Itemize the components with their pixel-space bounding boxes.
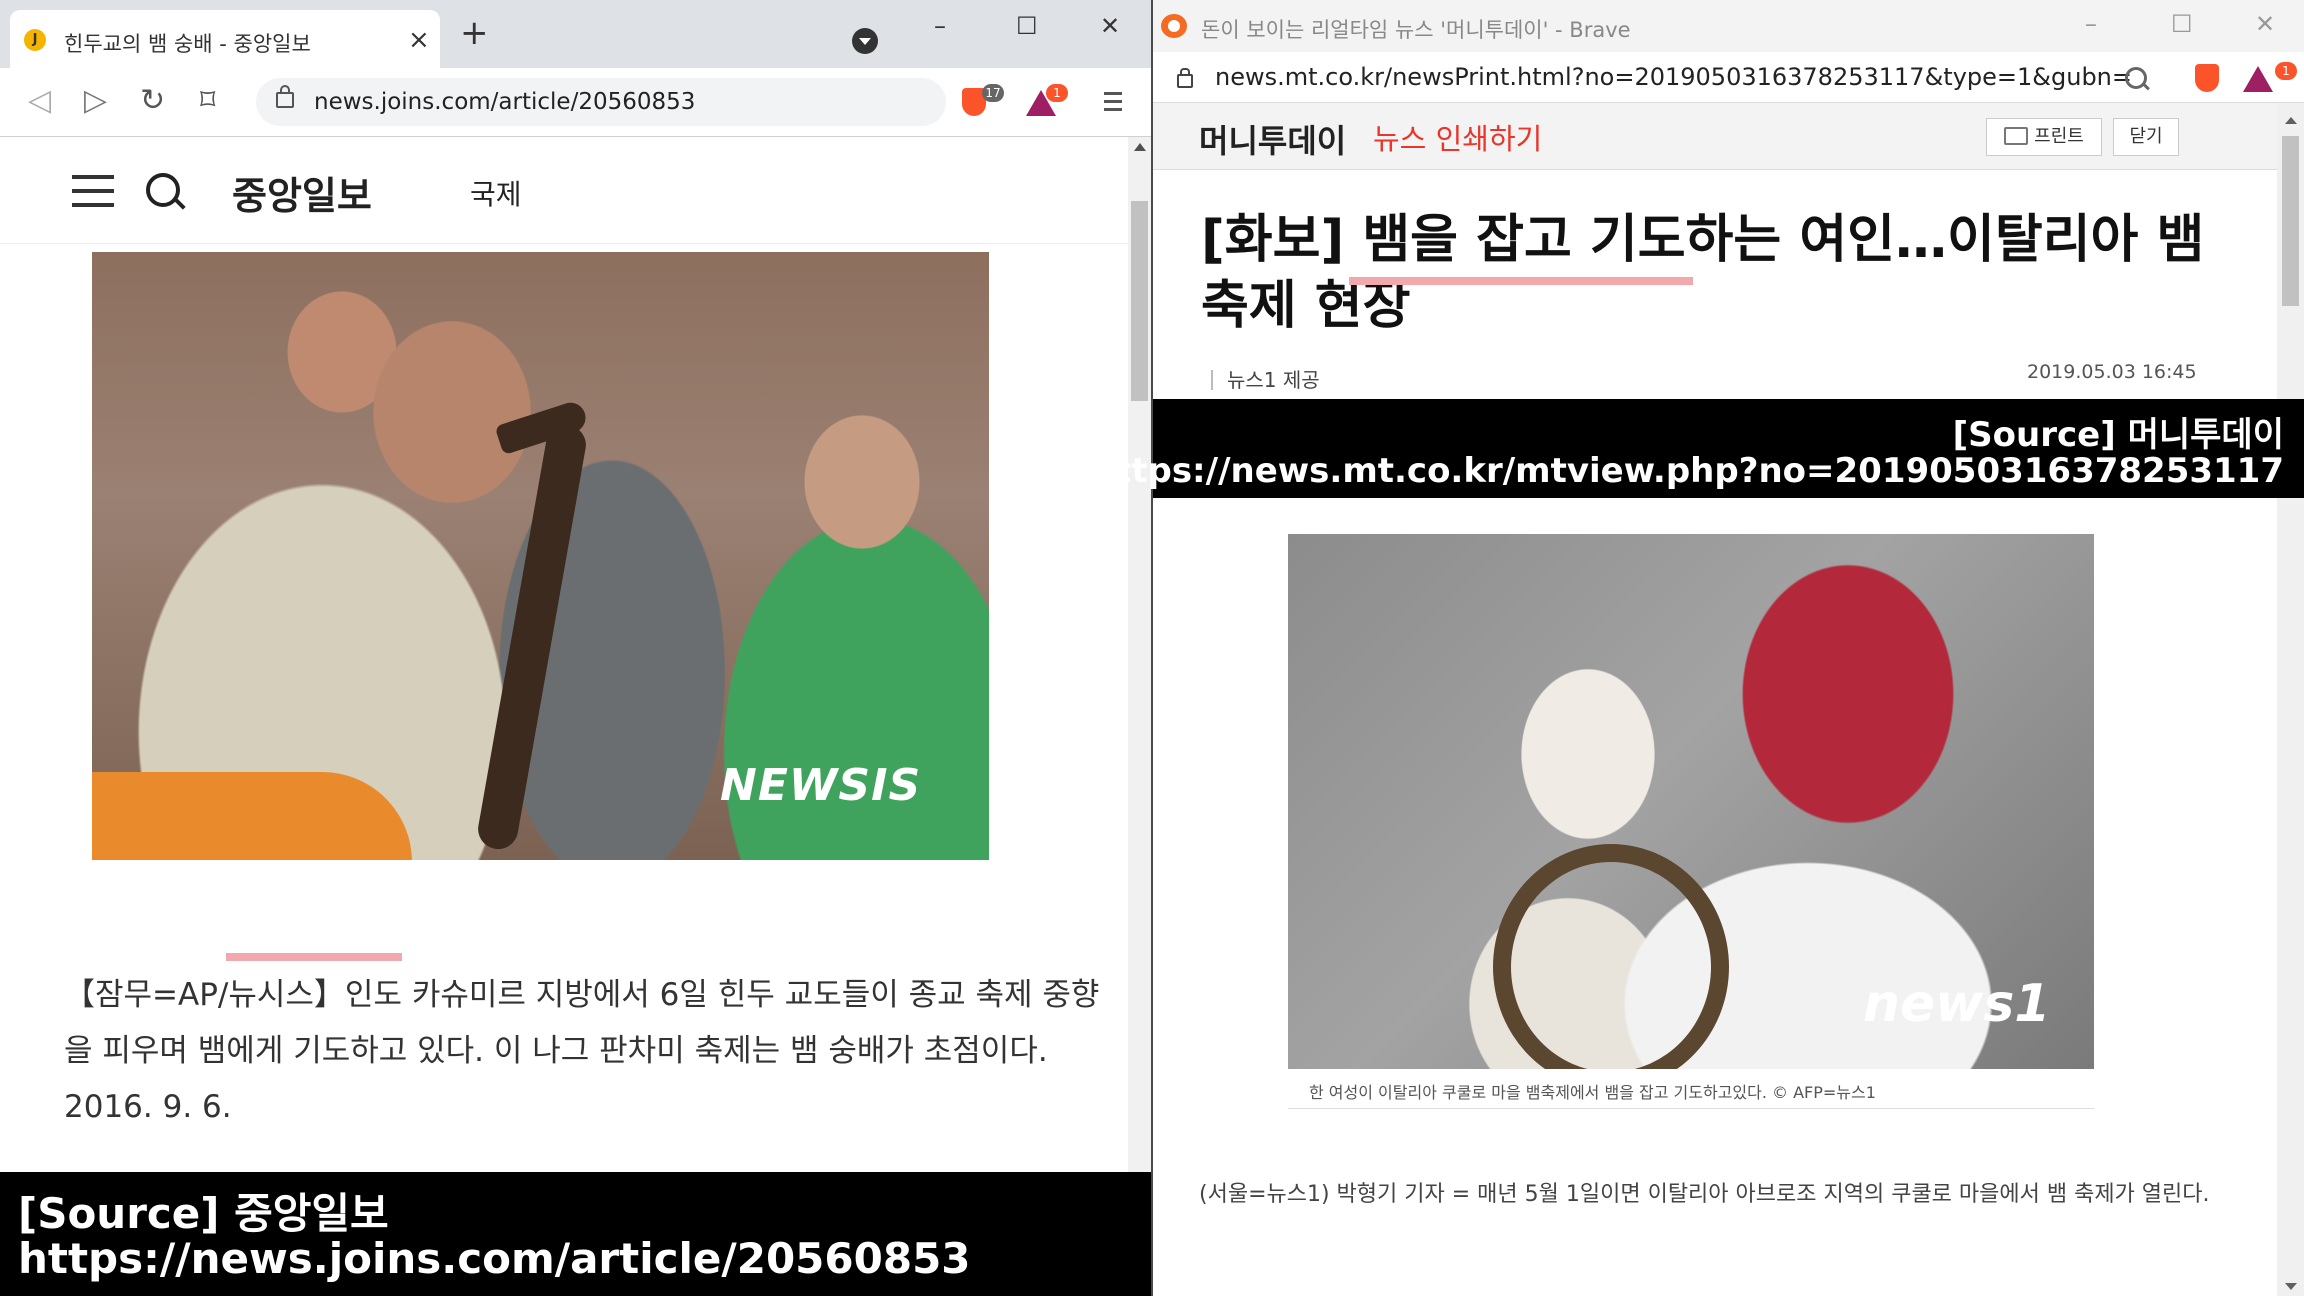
orange-cloth-shape	[92, 772, 412, 860]
print-button-label: 프린트	[2034, 126, 2084, 147]
scroll-up-icon[interactable]	[2285, 117, 2297, 124]
photo-watermark: news1	[1863, 974, 2051, 1034]
print-header: 머니투데이 뉴스 인쇄하기 프린트 닫기	[1153, 103, 2277, 170]
headline-highlight-underline	[1349, 277, 1693, 285]
close-window-icon[interactable]: ✕	[2255, 12, 2275, 36]
brave-rewards-icon[interactable]	[2243, 66, 2273, 92]
brave-shield-icon[interactable]	[2195, 64, 2219, 92]
source-label: [Source] 머니투데이	[1952, 415, 2284, 455]
joongang-favicon-icon: J	[24, 29, 46, 51]
snake-shape	[474, 421, 590, 853]
rewards-count-badge: 1	[2275, 62, 2297, 80]
window-title: 돈이 보이는 리얼타임 뉴스 '머니투데이' - Brave	[1201, 18, 1631, 42]
section-label[interactable]: 국제	[470, 173, 522, 213]
article-byline: 뉴스1 제공	[1211, 370, 1320, 390]
maximize-icon[interactable]: ☐	[1016, 14, 1038, 38]
left-source-caption: [Source] 중앙일보 https://news.joins.com/art…	[0, 1172, 1151, 1296]
moneytoday-favicon-icon	[1161, 14, 1187, 38]
snake-shape	[1493, 844, 1729, 1069]
text-highlight-underline	[226, 953, 402, 961]
left-page-content: 중앙일보 국제 NEWSIS 【잠무=AP/뉴시스】인도 카슈미르 지방에서 6…	[0, 137, 1128, 1296]
right-browser-window: 돈이 보이는 리얼타임 뉴스 '머니투데이' - Brave – ☐ ✕ new…	[1153, 0, 2304, 1296]
source-label: [Source] 중앙일보	[18, 1189, 389, 1238]
new-tab-button[interactable]: +	[460, 16, 489, 50]
tab-title: 힌두교의 뱀 숭배 - 중앙일보	[64, 32, 311, 56]
address-bar[interactable]: news.joins.com/article/20560853	[256, 78, 946, 126]
scrollbar-thumb[interactable]	[1131, 201, 1148, 401]
print-page-title: 뉴스 인쇄하기	[1373, 122, 1543, 156]
back-icon[interactable]: ◁	[28, 86, 51, 116]
tab-search-icon[interactable]	[852, 28, 878, 54]
scrollbar-thumb[interactable]	[2282, 136, 2299, 306]
close-button[interactable]: 닫기	[2113, 118, 2179, 156]
active-tab[interactable]: J 힌두교의 뱀 숭배 - 중앙일보 ×	[10, 10, 440, 68]
left-scrollbar[interactable]	[1128, 137, 1151, 1296]
right-address-bar[interactable]: news.mt.co.kr/newsPrint.html?no=20190503…	[1153, 52, 2304, 103]
article-body: (서울=뉴스1) 박형기 기자 = 매년 5월 1일이면 이탈리아 아브로조 지…	[1199, 1182, 2210, 1207]
right-title-bar: 돈이 보이는 리얼타임 뉴스 '머니투데이' - Brave – ☐ ✕	[1153, 0, 2304, 52]
scroll-up-icon[interactable]	[1134, 143, 1146, 151]
zoom-icon[interactable]	[2125, 67, 2147, 89]
search-icon[interactable]	[146, 173, 180, 207]
shield-count-badge: 17	[982, 84, 1004, 102]
article-headline: [화보] 뱀을 잡고 기도하는 여인…이탈리아 뱀축제 현장	[1201, 210, 2205, 336]
left-browser-window: J 힌두교의 뱀 숭배 - 중앙일보 × + – ☐ ✕ ◁ ▷ ↻ ⌑ new…	[0, 0, 1151, 1296]
lock-icon	[1177, 68, 1193, 88]
article-photo: NEWSIS	[92, 252, 989, 860]
source-url: https://news.mt.co.kr/mtview.php?no=2019…	[1090, 451, 2284, 491]
bookmark-icon[interactable]: ⌑	[200, 86, 215, 116]
source-url: https://news.joins.com/article/20560853	[18, 1234, 971, 1283]
article-text: 【잠무=AP/뉴시스】인도 카슈미르 지방에서 6일 힌두 교도들이 종교 축제…	[64, 977, 1100, 1125]
site-logo: 머니투데이	[1199, 122, 1347, 160]
minimize-icon[interactable]: –	[934, 14, 946, 38]
article-date: 2019.05.03 16:45	[2027, 361, 2197, 383]
printer-icon	[2004, 127, 2029, 145]
left-toolbar: ◁ ▷ ↻ ⌑ news.joins.com/article/20560853 …	[0, 68, 1151, 137]
site-header: 중앙일보 국제	[0, 137, 1128, 244]
maximize-icon[interactable]: ☐	[2171, 12, 2193, 36]
left-tab-strip: J 힌두교의 뱀 숭배 - 중앙일보 × + – ☐ ✕	[0, 0, 1151, 68]
rewards-count-badge: 1	[1046, 84, 1068, 102]
address-url[interactable]: news.mt.co.kr/newsPrint.html?no=20190503…	[1215, 63, 2132, 91]
article-photo: news1	[1288, 534, 2094, 1069]
address-url[interactable]: news.joins.com/article/20560853	[314, 89, 695, 115]
right-scrollbar[interactable]	[2277, 103, 2304, 1296]
photo-watermark: NEWSIS	[720, 760, 922, 811]
minimize-icon[interactable]: –	[2085, 12, 2097, 36]
close-window-icon[interactable]: ✕	[1100, 14, 1120, 38]
right-source-caption: [Source] 머니투데이 https://news.mt.co.kr/mtv…	[1091, 399, 2304, 498]
right-page-content: 머니투데이 뉴스 인쇄하기 프린트 닫기 [화보] 뱀을 잡고 기도하는 여인……	[1153, 103, 2277, 1296]
menu-icon[interactable]	[1104, 92, 1122, 116]
print-button[interactable]: 프린트	[1986, 118, 2102, 156]
photo-caption: 한 여성이 이탈리아 쿠쿨로 마을 뱀축제에서 뱀을 잡고 기도하고있다. © …	[1309, 1083, 1876, 1102]
caption-divider	[1288, 1108, 2094, 1109]
forward-icon[interactable]: ▷	[84, 86, 107, 116]
reload-icon[interactable]: ↻	[140, 86, 165, 116]
scroll-down-icon[interactable]	[2285, 1283, 2297, 1290]
lock-icon	[276, 85, 294, 108]
tab-close-icon[interactable]: ×	[408, 25, 430, 55]
site-logo[interactable]: 중앙일보	[232, 165, 372, 220]
hamburger-menu-icon[interactable]	[72, 175, 114, 217]
